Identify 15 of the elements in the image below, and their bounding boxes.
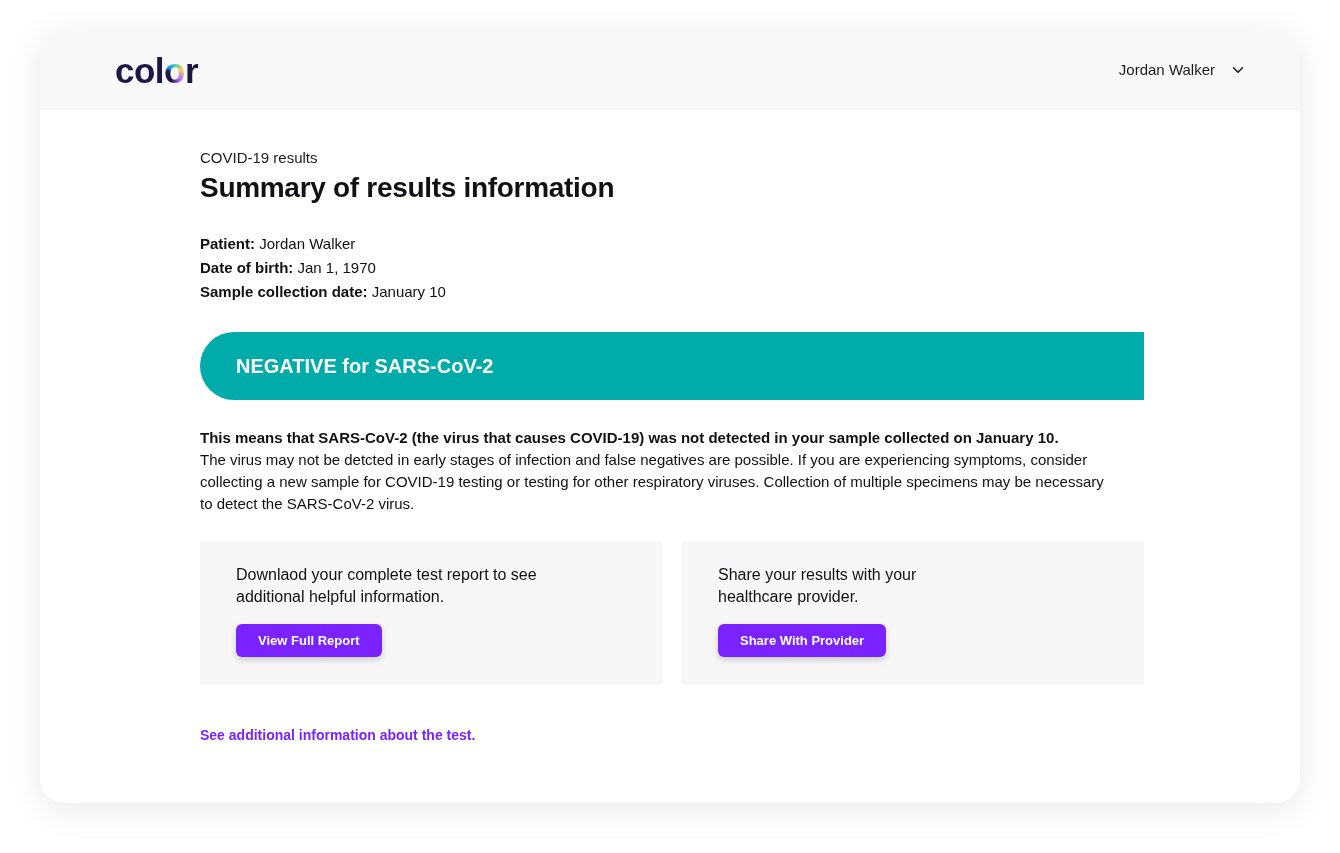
additional-info-link[interactable]: See additional information about the test. — [200, 725, 476, 746]
action-button[interactable]: Share With Provider — [718, 624, 887, 657]
user-menu[interactable]: Jordan Walker — [1118, 58, 1247, 82]
action-text: Share your results with your healthcare provider. — [718, 565, 918, 607]
logo[interactable]: color — [115, 52, 199, 88]
patient-detail: Patient: Jordan Walker — [200, 234, 357, 254]
action-button[interactable]: View Full Report — [236, 624, 382, 657]
result-summary: This means that SARS-CoV-2 (the virus that causes COVID-19) was not detected in your sample collected on January 10. — [200, 428, 1060, 448]
patient-detail: Date of birth: Jan 1, 1970 — [200, 258, 377, 278]
result-details: The virus may not be detcted in early stages of infection and false negatives are possible. If you are experiencing symptoms, consider collecting a new sample for COVID-19 testing or testing for other respiratory viruses. Collection of multiple specimens may be necessary to detect the SARS-CoV-2 virus. — [200, 450, 1105, 514]
action-text: Downlaod your complete test report to see additional helpful information. — [236, 565, 538, 607]
eyebrow-text: COVID-19 results — [200, 148, 319, 168]
result-text: NEGATIVE for SARS-CoV-2 — [236, 354, 494, 379]
patient-detail: Sample collection date: January 10 — [200, 282, 447, 302]
page-title: Summary of results information — [200, 171, 616, 205]
